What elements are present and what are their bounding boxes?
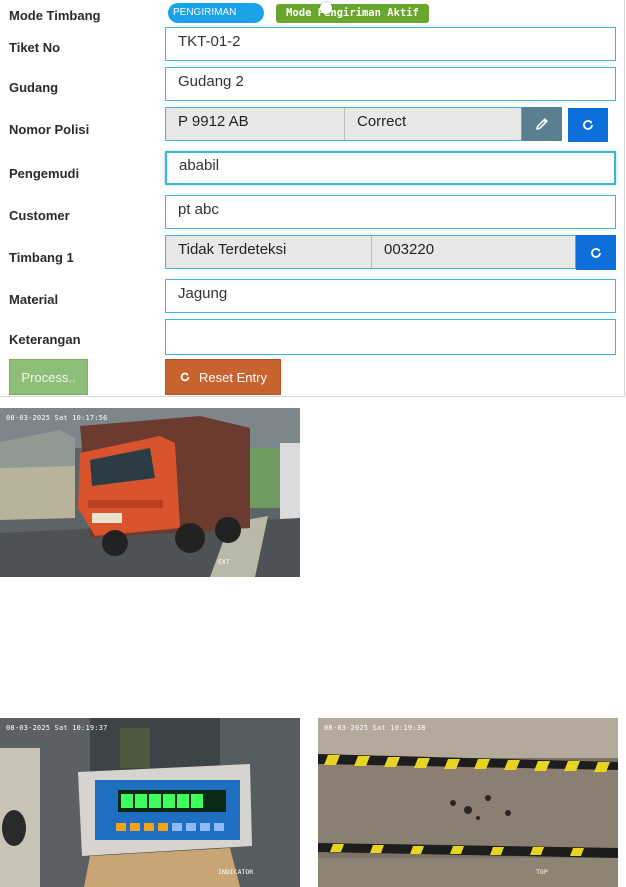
polisi-input-group: P 9912 AB Correct	[165, 107, 522, 141]
polisi-label: Nomor Polisi	[9, 122, 90, 137]
indicator-camera-caption: INDICATOR	[218, 868, 254, 876]
weighing-form: Mode Timbang PENGIRIMAN Mode Pengiriman …	[0, 0, 625, 397]
timbang-value: 003220	[371, 236, 575, 268]
customer-value: pt abc	[178, 201, 219, 218]
tiket-field[interactable]: TKT-01-2	[165, 27, 616, 61]
timbang-status: Tidak Terdeteksi	[178, 241, 287, 258]
customer-field[interactable]: pt abc	[165, 195, 616, 229]
refresh-plate-button[interactable]	[568, 108, 608, 142]
top-camera-caption: TOP	[536, 868, 548, 876]
material-field[interactable]: Jagung	[165, 279, 616, 313]
truck-photo	[0, 408, 300, 577]
material-label: Material	[9, 292, 59, 307]
indicator-camera-image: 08-03-2025 Sat 10:19:37 INDICATOR	[0, 718, 300, 887]
refresh-icon	[583, 120, 593, 130]
edit-plate-button[interactable]	[522, 107, 562, 141]
pencil-icon	[536, 118, 548, 130]
top-camera-image: 08-03-2025 Sat 10:19:38 TOP	[318, 718, 618, 887]
reset-entry-button[interactable]: Reset Entry	[165, 359, 281, 395]
customer-label: Customer	[9, 208, 70, 223]
material-value: Jagung	[178, 285, 228, 302]
mode-toggle[interactable]: PENGIRIMAN	[168, 3, 264, 23]
pengemudi-field[interactable]: ababil	[165, 151, 616, 185]
mode-label: Mode Timbang	[9, 8, 101, 23]
mode-status-badge: Mode Pengiriman Aktif	[276, 4, 429, 23]
polisi-value[interactable]: P 9912 AB	[166, 108, 344, 140]
gudang-value: Gudang 2	[178, 73, 244, 90]
truck-camera-image: 08-03-2025 Sat 10:17:56 EXT	[0, 408, 300, 577]
truck-camera-timestamp: 08-03-2025 Sat 10:17:56	[6, 414, 108, 422]
reset-entry-label: Reset Entry	[199, 369, 267, 385]
mode-toggle-knob[interactable]	[320, 2, 332, 14]
timbang-label: Timbang 1	[9, 250, 74, 265]
keterangan-field[interactable]	[165, 319, 616, 355]
process-button[interactable]: Process..	[9, 359, 88, 395]
indicator-camera-timestamp: 08-03-2025 Sat 10:19:37	[6, 724, 108, 732]
timbang-input-group: Tidak Terdeteksi 003220	[165, 235, 576, 269]
pengemudi-label: Pengemudi	[9, 166, 80, 181]
top-camera-timestamp: 08-03-2025 Sat 10:19:38	[324, 724, 426, 732]
pengemudi-value: ababil	[179, 157, 220, 174]
gudang-label: Gudang	[9, 80, 59, 95]
refresh-weight-button[interactable]	[576, 235, 616, 270]
mode-toggle-text: PENGIRIMAN	[173, 7, 237, 18]
refresh-icon	[180, 372, 190, 382]
refresh-icon	[591, 247, 601, 258]
tiket-value: TKT-01-2	[178, 33, 241, 50]
gudang-field[interactable]: Gudang 2	[165, 67, 616, 101]
indicator-photo	[0, 718, 300, 887]
tiket-label: Tiket No	[9, 40, 61, 55]
polisi-status: Correct	[344, 108, 521, 140]
platform-photo	[318, 718, 618, 887]
truck-camera-caption: EXT	[218, 558, 230, 566]
keterangan-label: Keterangan	[9, 332, 81, 347]
